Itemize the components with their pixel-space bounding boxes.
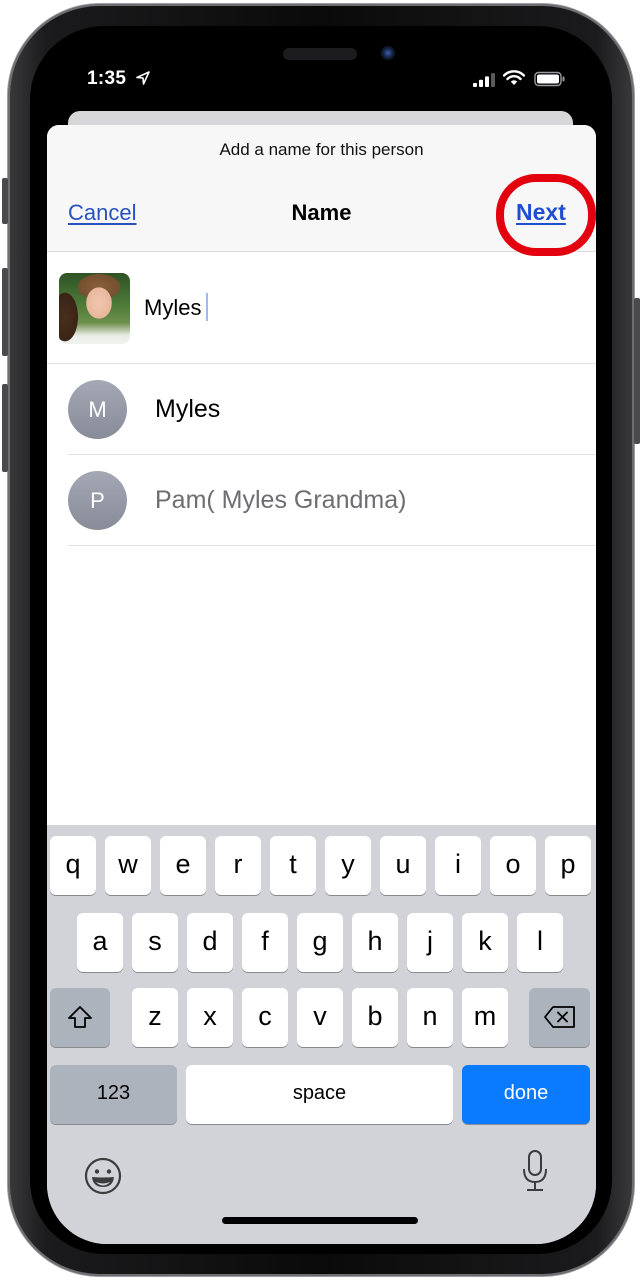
key-k[interactable]: k: [462, 913, 508, 972]
key-o[interactable]: o: [490, 836, 536, 895]
key-r[interactable]: r: [215, 836, 261, 895]
done-key[interactable]: done: [462, 1065, 590, 1124]
status-time: 1:35: [87, 68, 127, 89]
volume-down-button: [2, 384, 8, 472]
key-d[interactable]: d: [187, 913, 233, 972]
space-key[interactable]: space: [186, 1065, 453, 1124]
text-cursor: [206, 293, 208, 321]
signal-bar: [473, 83, 477, 87]
signal-bar: [479, 79, 483, 87]
microphone-icon[interactable]: [521, 1149, 549, 1193]
delete-key[interactable]: [529, 988, 590, 1047]
contact-avatar: P: [68, 471, 127, 530]
person-photo-thumbnail: [59, 273, 130, 344]
key-y[interactable]: y: [325, 836, 371, 895]
key-z[interactable]: z: [132, 988, 178, 1047]
status-bar: 1:35: [47, 62, 596, 98]
cellular-signal-icon: [473, 73, 495, 87]
key-q[interactable]: q: [50, 836, 96, 895]
contact-avatar: M: [68, 380, 127, 439]
key-a[interactable]: a: [77, 913, 123, 972]
key-j[interactable]: j: [407, 913, 453, 972]
key-m[interactable]: m: [462, 988, 508, 1047]
key-u[interactable]: u: [380, 836, 426, 895]
screen: 1:35 Add a name for this person Name Can…: [47, 32, 596, 1244]
key-l[interactable]: l: [517, 913, 563, 972]
contact-suggestion[interactable]: P Pam( Myles Grandma): [68, 456, 596, 546]
earpiece-speaker: [283, 48, 357, 60]
location-arrow-icon: [136, 71, 150, 85]
add-name-sheet: Add a name for this person Name Cancel N…: [47, 125, 596, 1244]
contact-name: Pam( Myles Grandma): [155, 486, 407, 514]
emoji-icon[interactable]: [83, 1156, 123, 1196]
key-f[interactable]: f: [242, 913, 288, 972]
key-e[interactable]: e: [160, 836, 206, 895]
numbers-key[interactable]: 123: [50, 1065, 177, 1124]
signal-bar: [485, 76, 489, 87]
cancel-button[interactable]: Cancel: [68, 200, 136, 226]
next-button[interactable]: Next: [516, 199, 566, 226]
key-s[interactable]: s: [132, 913, 178, 972]
key-x[interactable]: x: [187, 988, 233, 1047]
shift-icon: [68, 1006, 92, 1028]
contact-suggestion[interactable]: M Myles: [68, 365, 596, 455]
key-t[interactable]: t: [270, 836, 316, 895]
home-indicator[interactable]: [222, 1217, 418, 1224]
delete-backspace-icon: [543, 1006, 575, 1028]
key-n[interactable]: n: [407, 988, 453, 1047]
side-button: [634, 298, 640, 444]
key-h[interactable]: h: [352, 913, 398, 972]
key-v[interactable]: v: [297, 988, 343, 1047]
key-c[interactable]: c: [242, 988, 288, 1047]
key-w[interactable]: w: [105, 836, 151, 895]
silent-switch: [2, 178, 8, 224]
battery-icon: [534, 71, 565, 87]
key-g[interactable]: g: [297, 913, 343, 972]
volume-up-button: [2, 268, 8, 356]
name-entry-row: [47, 253, 596, 364]
front-camera: [381, 46, 395, 60]
sheet-header: Add a name for this person Name Cancel N…: [47, 125, 596, 256]
signal-bar: [491, 73, 495, 87]
key-b[interactable]: b: [352, 988, 398, 1047]
key-i[interactable]: i: [435, 836, 481, 895]
shift-key[interactable]: [50, 988, 110, 1047]
contact-name: Myles: [155, 395, 221, 423]
keyboard: qwertyuiop asdfghjkl zxcvbnm 123 space d…: [47, 825, 596, 1244]
key-p[interactable]: p: [545, 836, 591, 895]
wifi-icon: [503, 70, 525, 85]
sheet-prompt: Add a name for this person: [219, 140, 424, 159]
